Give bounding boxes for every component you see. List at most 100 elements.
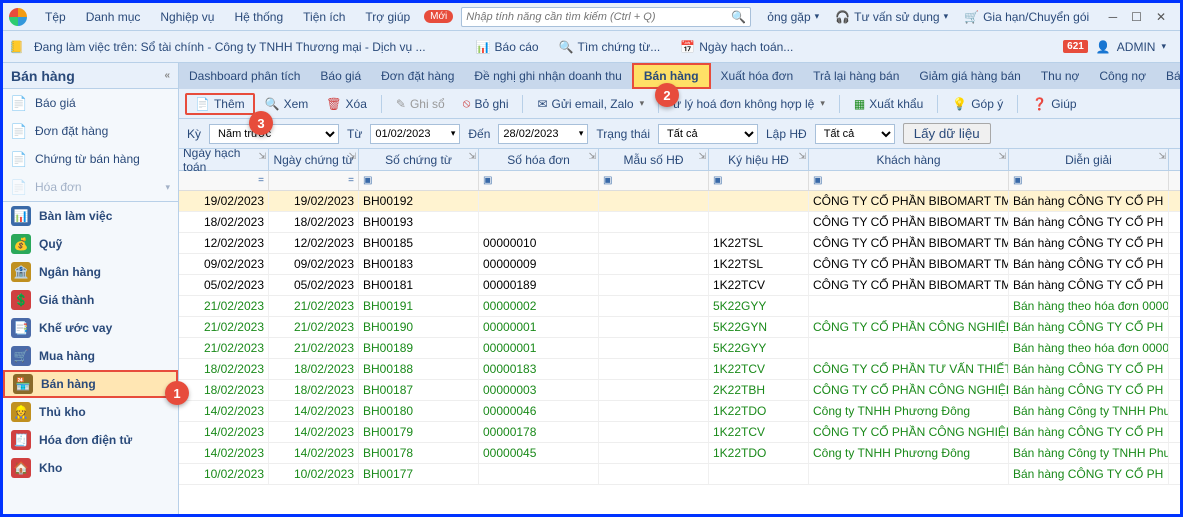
table-row[interactable]: 21/02/202321/02/2023BH00191000000025K22G…: [179, 296, 1180, 317]
tab-3[interactable]: Đề nghị ghi nhận doanh thu: [464, 63, 631, 89]
col-header-2[interactable]: Số chứng từ⇲: [359, 149, 479, 170]
sidebar-item-thủ-kho[interactable]: 👷Thủ kho: [3, 398, 178, 426]
pin-icon[interactable]: ⇲: [698, 151, 706, 162]
sidebar-item-khế-ước-vay[interactable]: 📑Khế ước vay: [3, 314, 178, 342]
pin-icon[interactable]: ⇲: [348, 151, 356, 162]
table-row[interactable]: 21/02/202321/02/2023BH00190000000015K22G…: [179, 317, 1180, 338]
invoice-select[interactable]: Tất cả: [815, 124, 895, 144]
find-voucher-link[interactable]: 🔍Tìm chứng từ...: [549, 40, 671, 54]
sidebar-item-quỹ[interactable]: 💰Quỹ: [3, 230, 178, 258]
col-filter-3[interactable]: ▣: [479, 171, 599, 190]
table-row[interactable]: 14/02/202314/02/2023BH00180000000461K22T…: [179, 401, 1180, 422]
col-filter-2[interactable]: ▣: [359, 171, 479, 190]
table-row[interactable]: 14/02/202314/02/2023BH00178000000451K22T…: [179, 443, 1180, 464]
table-row[interactable]: 14/02/202314/02/2023BH00179000001781K22T…: [179, 422, 1180, 443]
table-row[interactable]: 21/02/202321/02/2023BH00189000000015K22G…: [179, 338, 1180, 359]
sidebar-item-hóa-đơn-điện-tử[interactable]: 🧾Hóa đơn điện tử: [3, 426, 178, 454]
col-filter-6[interactable]: ▣: [809, 171, 1009, 190]
renew-link[interactable]: 🛒Gia hạn/Chuyển gói: [956, 10, 1097, 24]
minimize-icon[interactable]: ─: [1109, 10, 1118, 24]
menu-help[interactable]: Trợ giúp: [355, 10, 420, 24]
tab-7[interactable]: Giảm giá hàng bán: [909, 63, 1030, 89]
user-menu[interactable]: 👤 ADMIN ▾: [1088, 40, 1174, 54]
col-filter-1[interactable]: =: [269, 171, 359, 190]
col-header-0[interactable]: Ngày hạch toán⇲: [179, 149, 269, 170]
faq-link[interactable]: ỏng gặp ▾: [759, 10, 827, 24]
search-icon[interactable]: 🔍: [731, 10, 746, 24]
close-icon[interactable]: ✕: [1156, 10, 1166, 24]
to-date-input[interactable]: 28/02/2023▾: [498, 124, 588, 144]
sidebar-sub-order[interactable]: 📄Đơn đặt hàng: [3, 117, 178, 145]
tab-0[interactable]: Dashboard phân tích: [179, 63, 310, 89]
feedback-button[interactable]: 💡Góp ý: [944, 95, 1011, 113]
col-header-5[interactable]: Ký hiệu HĐ⇲: [709, 149, 809, 170]
chevron-down-icon[interactable]: ▾: [820, 98, 825, 109]
maximize-icon[interactable]: ☐: [1131, 10, 1142, 24]
posting-date-link[interactable]: 📅Ngày hạch toán...: [670, 40, 803, 54]
menu-catalog[interactable]: Danh mục: [76, 10, 151, 24]
fix-invoice-button[interactable]: ử lý hoá đơn không hợp lệ▾: [665, 95, 833, 113]
help-button[interactable]: ❓Giúp: [1024, 95, 1084, 113]
report-link[interactable]: 📊Báo cáo: [466, 40, 549, 54]
tab-10[interactable]: Báo cáo phân t: [1156, 63, 1180, 89]
working-context[interactable]: Đang làm việc trên: Sổ tài chính - Công …: [24, 40, 436, 54]
collapse-sidebar-icon[interactable]: «: [164, 70, 170, 81]
pin-icon[interactable]: ⇲: [1158, 151, 1166, 162]
menu-utilities[interactable]: Tiện ích: [293, 10, 355, 24]
col-filter-7[interactable]: ▣: [1009, 171, 1169, 190]
delete-button[interactable]: 🗑Xóa: [318, 95, 375, 113]
col-header-7[interactable]: Diễn giải⇲: [1009, 149, 1169, 170]
sidebar-item-giá-thành[interactable]: 💲Giá thành: [3, 286, 178, 314]
sidebar-item-bán-hàng[interactable]: 🏪Bán hàng: [3, 370, 178, 398]
table-row[interactable]: 05/02/202305/02/2023BH00181000001891K22T…: [179, 275, 1180, 296]
tab-2[interactable]: Đơn đặt hàng: [371, 63, 464, 89]
col-header-6[interactable]: Khách hàng⇲: [809, 149, 1009, 170]
table-row[interactable]: 18/02/202318/02/2023BH00188000001831K22T…: [179, 359, 1180, 380]
notification-count[interactable]: 621: [1063, 40, 1088, 53]
add-button[interactable]: 📄Thêm: [185, 93, 255, 115]
export-button[interactable]: ▦Xuất khẩu: [846, 95, 931, 113]
table-row[interactable]: 19/02/202319/02/2023BH00192CÔNG TY CỔ PH…: [179, 191, 1180, 212]
global-search[interactable]: 🔍: [461, 7, 751, 27]
status-select[interactable]: Tất cả: [658, 124, 758, 144]
sidebar-sub-voucher[interactable]: 📄Chứng từ bán hàng: [3, 145, 178, 173]
table-row[interactable]: 10/02/202310/02/2023BH00177Bán hàng CÔNG…: [179, 464, 1180, 485]
table-row[interactable]: 12/02/202312/02/2023BH00185000000101K22T…: [179, 233, 1180, 254]
tab-8[interactable]: Thu nợ: [1031, 63, 1090, 89]
unpost-button[interactable]: ⦸Bỏ ghi: [455, 94, 517, 113]
fetch-button[interactable]: Lấy dữ liệu: [903, 123, 991, 144]
send-button[interactable]: ✉Gửi email, Zalo▾: [529, 95, 652, 113]
col-filter-5[interactable]: ▣: [709, 171, 809, 190]
sidebar-item-ngân-hàng[interactable]: 🏦Ngân hàng: [3, 258, 178, 286]
col-header-1[interactable]: Ngày chứng từ⇲: [269, 149, 359, 170]
period-select[interactable]: Năm trước: [209, 124, 339, 144]
tab-6[interactable]: Trả lại hàng bán: [803, 63, 909, 89]
post-button[interactable]: ✎Ghi sổ: [388, 95, 453, 113]
menu-file[interactable]: Tệp: [35, 10, 76, 24]
pin-icon[interactable]: ⇲: [588, 151, 596, 162]
sidebar-item-mua-hàng[interactable]: 🛒Mua hàng: [3, 342, 178, 370]
sidebar-item-bàn-làm-việc[interactable]: 📊Bàn làm việc: [3, 202, 178, 230]
pin-icon[interactable]: ⇲: [258, 151, 266, 162]
support-link[interactable]: 🎧Tư vấn sử dụng ▾: [827, 10, 956, 24]
col-filter-4[interactable]: ▣: [599, 171, 709, 190]
table-row[interactable]: 09/02/202309/02/2023BH00183000000091K22T…: [179, 254, 1180, 275]
menu-operations[interactable]: Nghiệp vụ: [150, 10, 224, 24]
pin-icon[interactable]: ⇲: [468, 151, 476, 162]
pin-icon[interactable]: ⇲: [998, 151, 1006, 162]
menu-system[interactable]: Hệ thống: [224, 10, 293, 24]
sidebar-sub-invoice[interactable]: 📄Hóa đơn▾: [3, 173, 178, 201]
from-date-input[interactable]: 01/02/2023▾: [370, 124, 460, 144]
tab-1[interactable]: Báo giá: [310, 63, 371, 89]
col-filter-0[interactable]: =: [179, 171, 269, 190]
search-input[interactable]: [466, 11, 731, 23]
col-header-3[interactable]: Số hóa đơn⇲: [479, 149, 599, 170]
col-header-4[interactable]: Mẫu số HĐ⇲: [599, 149, 709, 170]
pin-icon[interactable]: ⇲: [798, 151, 806, 162]
table-row[interactable]: 18/02/202318/02/2023BH00193CÔNG TY CỔ PH…: [179, 212, 1180, 233]
tab-5[interactable]: Xuất hóa đơn: [711, 63, 804, 89]
view-button[interactable]: 🔍Xem: [257, 95, 317, 113]
sidebar-item-kho[interactable]: 🏠Kho: [3, 454, 178, 482]
sidebar-sub-quotation[interactable]: 📄Báo giá: [3, 89, 178, 117]
table-row[interactable]: 18/02/202318/02/2023BH00187000000032K22T…: [179, 380, 1180, 401]
